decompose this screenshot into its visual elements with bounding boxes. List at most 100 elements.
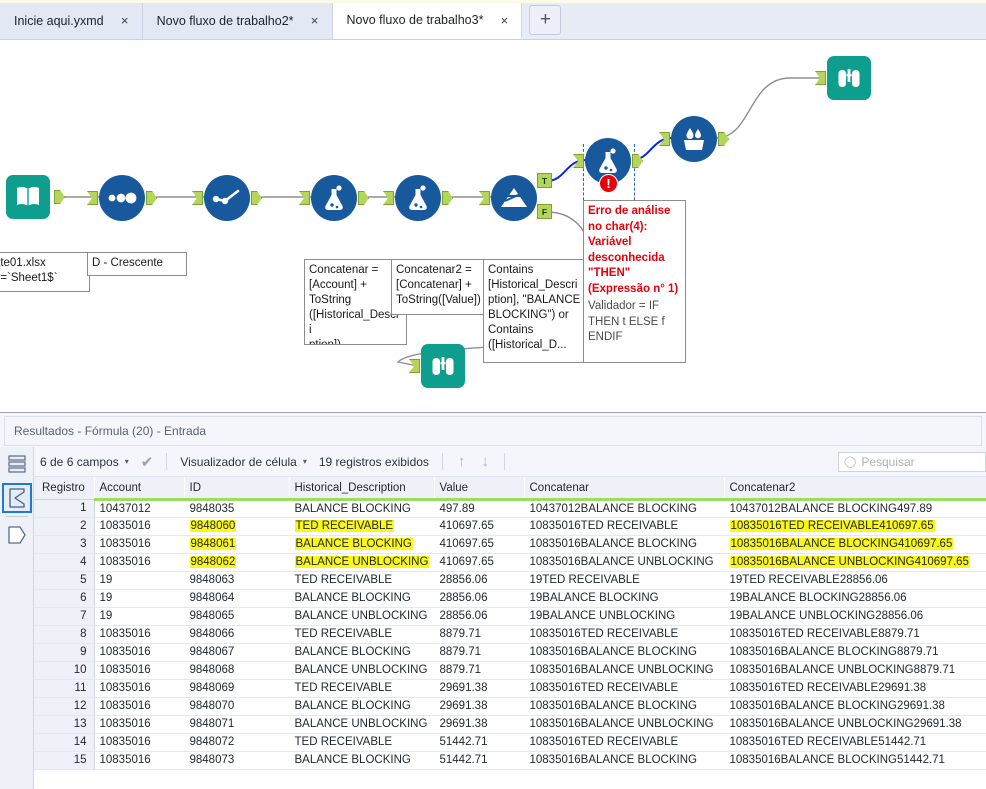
table-cell-historical-description[interactable]: TED RECEIVABLE [289, 733, 434, 751]
table-row[interactable]: 14108350169848072TED RECEIVABLE51442.711… [34, 733, 986, 751]
table-cell-id[interactable]: 9848070 [184, 697, 289, 715]
table-cell-concatenar[interactable]: 10835016BALANCE BLOCKING [524, 697, 724, 715]
filter-true-port[interactable]: T [537, 173, 552, 188]
sort-icon[interactable] [204, 175, 250, 221]
table-cell-account[interactable]: 19 [94, 589, 184, 607]
table-row[interactable]: 12108350169848070BALANCE BLOCKING29691.3… [34, 697, 986, 715]
table-cell-concatenar2[interactable]: 10835016TED RECEIVABLE29691.38 [724, 679, 986, 697]
table-cell-registro[interactable]: 12 [34, 697, 94, 715]
table-cell-value[interactable]: 29691.38 [434, 715, 524, 733]
table-cell-registro[interactable]: 4 [34, 553, 94, 571]
table-cell-historical-description[interactable]: TED RECEIVABLE [289, 679, 434, 697]
table-cell-historical-description[interactable]: BALANCE BLOCKING [289, 535, 434, 553]
table-cell-account[interactable]: 10835016 [94, 661, 184, 679]
table-cell-concatenar2[interactable]: 10835016TED RECEIVABLE8879.71 [724, 625, 986, 643]
table-row[interactable]: 2108350169848060TED RECEIVABLE410697.651… [34, 517, 986, 535]
col-header-id[interactable]: ID [184, 477, 289, 499]
table-cell-concatenar2[interactable]: 10835016TED RECEIVABLE410697.65 [724, 517, 986, 535]
data-cleansing-icon[interactable] [671, 116, 717, 162]
filter-icon[interactable] [491, 175, 537, 221]
table-cell-concatenar[interactable]: 10835016BALANCE UNBLOCKING [524, 715, 724, 733]
table-cell-value[interactable]: 410697.65 [434, 535, 524, 553]
table-cell-historical-description[interactable]: BALANCE BLOCKING [289, 643, 434, 661]
input-data-tool[interactable] [6, 175, 50, 219]
table-cell-account[interactable]: 10835016 [94, 643, 184, 661]
table-cell-historical-description[interactable]: TED RECEIVABLE [289, 517, 434, 535]
table-cell-concatenar2[interactable]: 10835016BALANCE BLOCKING8879.71 [724, 643, 986, 661]
table-cell-concatenar2[interactable]: 10835016BALANCE BLOCKING29691.38 [724, 697, 986, 715]
table-cell-concatenar[interactable]: 10835016BALANCE BLOCKING [524, 751, 724, 769]
close-icon[interactable]: × [308, 14, 322, 27]
tab-novo-fluxo-3[interactable]: Novo fluxo de trabalho3* × [333, 2, 523, 39]
table-cell-concatenar[interactable]: 10835016TED RECEIVABLE [524, 679, 724, 697]
col-header-value[interactable]: Value [434, 477, 524, 499]
tab-inicie-aqui[interactable]: Inicie aqui.yxmd × [0, 2, 143, 39]
col-header-account[interactable]: Account [94, 477, 184, 499]
table-row[interactable]: 11108350169848069TED RECEIVABLE29691.381… [34, 679, 986, 697]
table-cell-concatenar2[interactable]: 19TED RECEIVABLE28856.06 [724, 571, 986, 589]
table-cell-account[interactable]: 10835016 [94, 697, 184, 715]
browse-icon[interactable] [421, 344, 465, 388]
table-cell-value[interactable]: 8879.71 [434, 661, 524, 679]
table-cell-account[interactable]: 10835016 [94, 715, 184, 733]
table-row[interactable]: 15108350169848073BALANCE BLOCKING51442.7… [34, 751, 986, 769]
apply-check-icon[interactable]: ✔ [135, 453, 160, 471]
table-cell-id[interactable]: 9848068 [184, 661, 289, 679]
table-cell-registro[interactable]: 6 [34, 589, 94, 607]
results-grid[interactable]: Registro Account ID Historical_Descripti… [34, 477, 986, 789]
table-cell-historical-description[interactable]: BALANCE BLOCKING [289, 751, 434, 769]
tab-novo-fluxo-2[interactable]: Novo fluxo de trabalho2* × [143, 2, 333, 39]
records-list-icon[interactable] [2, 450, 32, 480]
table-cell-registro[interactable]: 3 [34, 535, 94, 553]
table-cell-concatenar2[interactable]: 10835016BALANCE UNBLOCKING8879.71 [724, 661, 986, 679]
table-cell-registro[interactable]: 14 [34, 733, 94, 751]
formula-tool-3[interactable]: ! [585, 138, 631, 184]
table-cell-concatenar[interactable]: 19BALANCE UNBLOCKING [524, 607, 724, 625]
arrow-up-icon[interactable]: ↑ [450, 453, 474, 470]
col-header-historical-description[interactable]: Historical_Description [289, 477, 434, 499]
table-cell-registro[interactable]: 13 [34, 715, 94, 733]
table-cell-id[interactable]: 9848035 [184, 499, 289, 517]
filter-tool[interactable]: T F [491, 175, 537, 221]
table-cell-id[interactable]: 9848072 [184, 733, 289, 751]
table-cell-registro[interactable]: 11 [34, 679, 94, 697]
table-cell-value[interactable]: 29691.38 [434, 697, 524, 715]
table-cell-concatenar[interactable]: 10835016TED RECEIVABLE [524, 733, 724, 751]
formula-tool-1[interactable] [311, 175, 357, 221]
table-cell-concatenar2[interactable]: 10835016BALANCE BLOCKING410697.65 [724, 535, 986, 553]
table-cell-account[interactable]: 10835016 [94, 553, 184, 571]
table-cell-concatenar2[interactable]: 19BALANCE BLOCKING28856.06 [724, 589, 986, 607]
table-cell-historical-description[interactable]: BALANCE UNBLOCKING [289, 553, 434, 571]
table-cell-value[interactable]: 410697.65 [434, 553, 524, 571]
table-cell-id[interactable]: 9848064 [184, 589, 289, 607]
browse-tool-bottom[interactable] [421, 344, 465, 388]
table-cell-concatenar[interactable]: 10835016BALANCE UNBLOCKING [524, 661, 724, 679]
select-tool[interactable] [99, 175, 145, 221]
close-icon[interactable]: × [497, 14, 511, 27]
table-cell-registro[interactable]: 8 [34, 625, 94, 643]
table-cell-account[interactable]: 10835016 [94, 535, 184, 553]
table-cell-concatenar2[interactable]: 19BALANCE UNBLOCKING28856.06 [724, 607, 986, 625]
table-cell-concatenar[interactable]: 10437012BALANCE BLOCKING [524, 499, 724, 517]
table-cell-concatenar[interactable]: 19BALANCE BLOCKING [524, 589, 724, 607]
table-cell-id[interactable]: 9848069 [184, 679, 289, 697]
table-cell-concatenar[interactable]: 10835016BALANCE UNBLOCKING [524, 553, 724, 571]
select-icon[interactable] [99, 175, 145, 221]
arrow-down-icon[interactable]: ↓ [473, 453, 497, 470]
table-cell-value[interactable]: 8879.71 [434, 643, 524, 661]
table-cell-value[interactable]: 29691.38 [434, 679, 524, 697]
table-row[interactable]: 8108350169848066TED RECEIVABLE8879.71108… [34, 625, 986, 643]
table-cell-account[interactable]: 10835016 [94, 517, 184, 535]
table-cell-registro[interactable]: 1 [34, 499, 94, 517]
table-cell-concatenar2[interactable]: 10437012BALANCE BLOCKING497.89 [724, 499, 986, 517]
table-cell-value[interactable]: 51442.71 [434, 733, 524, 751]
table-row[interactable]: 10108350169848068BALANCE UNBLOCKING8879.… [34, 661, 986, 679]
table-cell-account[interactable]: 10835016 [94, 679, 184, 697]
table-cell-value[interactable]: 51442.71 [434, 751, 524, 769]
table-row[interactable]: 1104370129848035BALANCE BLOCKING497.8910… [34, 499, 986, 517]
table-cell-id[interactable]: 9848073 [184, 751, 289, 769]
table-row[interactable]: 4108350169848062BALANCE UNBLOCKING410697… [34, 553, 986, 571]
table-cell-registro[interactable]: 10 [34, 661, 94, 679]
formula-tool-2[interactable] [395, 175, 441, 221]
table-cell-account[interactable]: 10835016 [94, 733, 184, 751]
